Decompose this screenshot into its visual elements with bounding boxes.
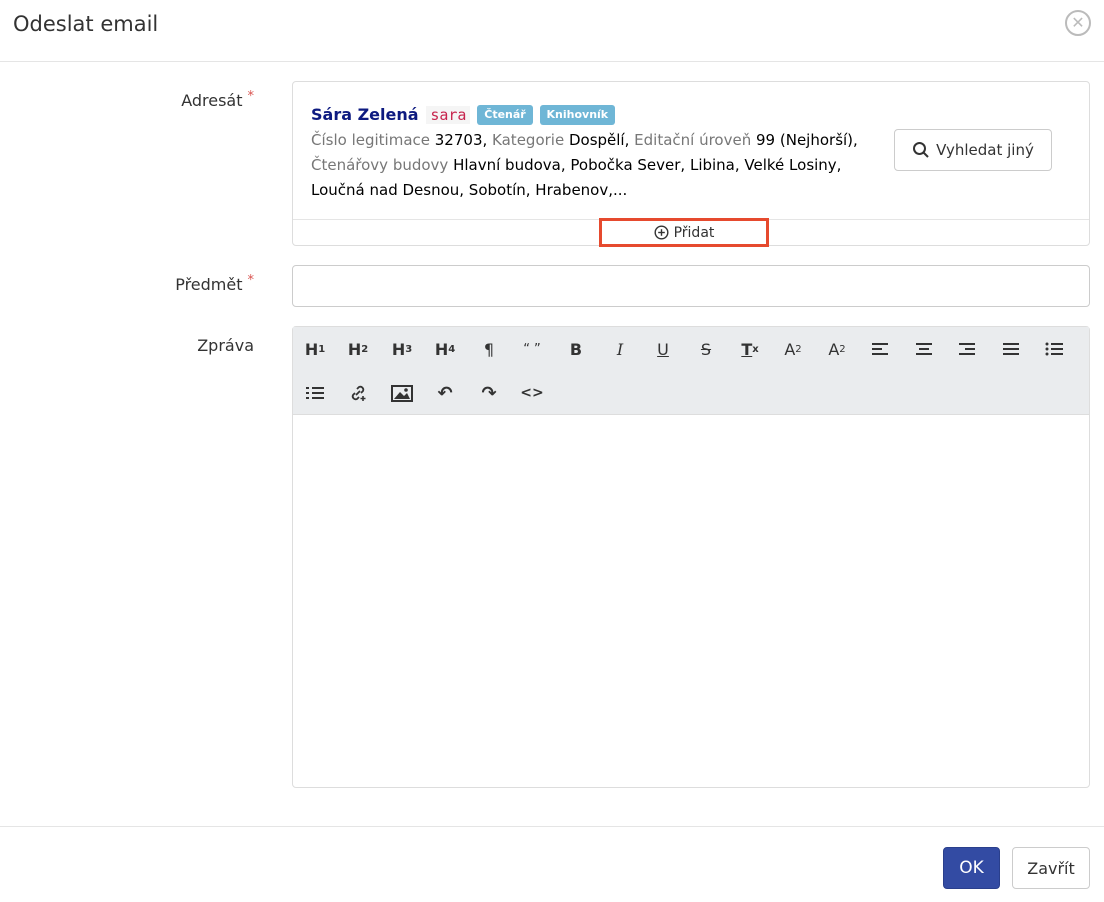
category-label: Kategorie	[492, 131, 565, 149]
recipient-box: Sára Zelená sara Čtenář Knihovník Číslo …	[292, 81, 1090, 247]
card-value: 32703,	[434, 131, 488, 149]
buildings-label: Čtenářovy budovy	[311, 156, 449, 174]
close-icon[interactable]: ✕	[1065, 10, 1091, 36]
italic-button[interactable]: I	[604, 333, 636, 365]
paragraph-button[interactable]: ¶	[473, 333, 505, 365]
subject-input[interactable]	[292, 265, 1090, 307]
heading-3-button[interactable]: H3	[386, 333, 418, 365]
dialog-header: Odeslat email ✕	[0, 0, 1104, 62]
redo-icon[interactable]: ↷	[473, 377, 505, 409]
category-value: Dospělí,	[568, 131, 630, 149]
numbered-list-icon[interactable]	[299, 377, 331, 409]
badge-reader: Čtenář	[477, 105, 533, 125]
code-view-icon[interactable]: <>	[516, 377, 548, 409]
recipient-details: Sára Zelená sara Čtenář Knihovník Číslo …	[311, 102, 891, 203]
edit-level-label: Editační úroveň	[634, 131, 752, 149]
add-recipient-label: Přidat	[673, 224, 715, 241]
subscript-button[interactable]: A2	[821, 333, 853, 365]
link-icon[interactable]	[342, 377, 374, 409]
search-other-button[interactable]: Vyhledat jiný	[894, 129, 1052, 171]
heading-2-button[interactable]: H2	[342, 333, 374, 365]
bold-button[interactable]: B	[560, 333, 592, 365]
dialog-title: Odeslat email	[13, 12, 159, 36]
dialog-footer: OK Zavřít	[0, 826, 1104, 902]
underline-button[interactable]: U	[647, 333, 679, 365]
recipient-name[interactable]: Sára Zelená	[311, 105, 419, 124]
heading-1-button[interactable]: H1	[299, 333, 331, 365]
clear-format-button[interactable]: Tx	[734, 333, 766, 365]
align-center-icon[interactable]	[908, 333, 940, 365]
subject-label: Předmět *	[175, 273, 255, 294]
ok-button[interactable]: OK	[943, 847, 1000, 889]
superscript-button[interactable]: A2	[777, 333, 809, 365]
add-recipient-button[interactable]: Přidat	[599, 218, 769, 247]
align-left-icon[interactable]	[864, 333, 896, 365]
message-label: Zpráva	[197, 336, 254, 355]
align-justify-icon[interactable]	[995, 333, 1027, 365]
add-row: Přidat	[293, 218, 1089, 247]
undo-icon[interactable]: ↶	[429, 377, 461, 409]
message-editor: H1 H2 H3 H4 ¶ “ ” B I U S Tx A2 A2 ↶ ↷ <…	[292, 326, 1090, 788]
align-right-icon[interactable]	[951, 333, 983, 365]
close-button[interactable]: Zavřít	[1012, 847, 1090, 889]
search-other-label: Vyhledat jiný	[936, 141, 1034, 159]
bullet-list-icon[interactable]	[1038, 333, 1070, 365]
search-icon	[913, 142, 929, 158]
recipient-login: sara	[426, 106, 471, 124]
buildings-value-line1: Hlavní budova, Pobočka Sever, Libina, Ve…	[453, 156, 842, 174]
heading-4-button[interactable]: H4	[429, 333, 461, 365]
editor-content-area[interactable]	[293, 415, 1089, 787]
edit-level-value: 99 (Nejhorší),	[756, 131, 858, 149]
image-icon[interactable]	[386, 377, 418, 409]
required-mark: *	[247, 273, 255, 288]
recipient-label: Adresát *	[181, 89, 255, 110]
required-mark: *	[247, 89, 255, 104]
card-label: Číslo legitimace	[311, 131, 430, 149]
quote-button[interactable]: “ ”	[516, 333, 548, 365]
buildings-value-line2: Loučná nad Desnou, Sobotín, Hrabenov,...	[311, 181, 628, 199]
plus-circle-icon	[654, 225, 669, 240]
strikethrough-button[interactable]: S	[690, 333, 722, 365]
editor-toolbar: H1 H2 H3 H4 ¶ “ ” B I U S Tx A2 A2 ↶ ↷ <…	[293, 327, 1089, 415]
badge-librarian: Knihovník	[539, 105, 616, 125]
